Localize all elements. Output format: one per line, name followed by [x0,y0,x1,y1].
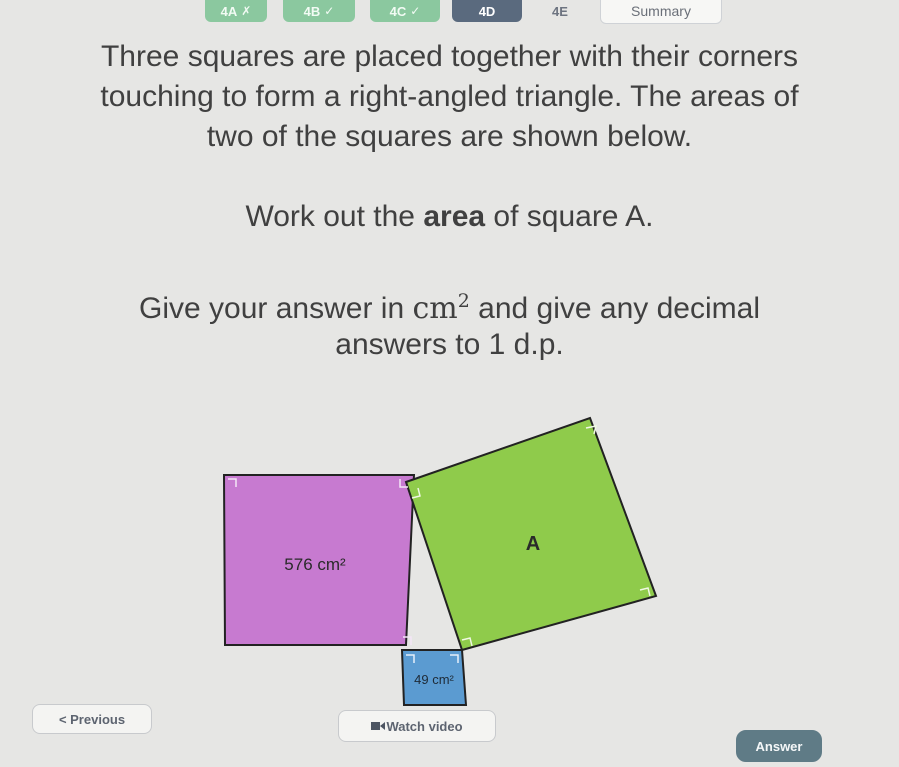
purple-square-label: 576 cm² [284,555,346,574]
answer-button-label: Answer [755,738,803,754]
previous-button[interactable]: < Previous [32,704,152,734]
page: 4A ✗ 4B ✓ 4C ✓ 4D 4E Summary Three squar… [0,0,899,767]
watch-video-button[interactable]: Watch video [338,710,496,742]
green-square-label: A [526,533,540,555]
blue-square-label: 49 cm² [414,672,454,687]
video-icon [371,722,386,730]
previous-button-label: < Previous [58,711,126,727]
squares-diagram: 576 cm² A 49 cm² [222,416,658,706]
answer-button[interactable]: Answer [736,730,822,762]
watch-video-label: Watch video [386,718,463,734]
